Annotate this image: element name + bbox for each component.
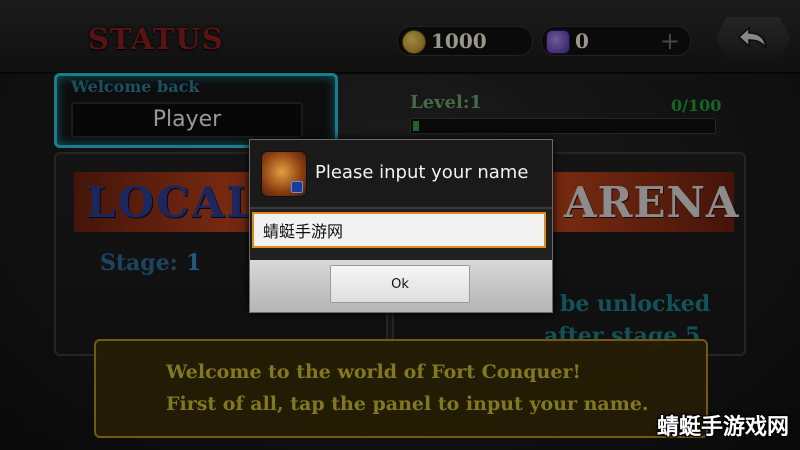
watermark: 蜻蜓手游戏网 <box>657 415 790 440</box>
dialog-footer: Ok <box>250 260 552 312</box>
name-input-dialog: Please input your name Ok <box>249 139 553 313</box>
dialog-divider <box>250 207 552 209</box>
ok-button[interactable]: Ok <box>330 265 470 303</box>
dialog-title: Please input your name <box>315 162 529 183</box>
game-screen: STATUS 1000 0 + Welcome back Player Leve… <box>0 0 800 450</box>
dialog-header: Please input your name <box>250 140 552 206</box>
name-input[interactable] <box>252 212 546 248</box>
app-icon <box>261 151 307 197</box>
